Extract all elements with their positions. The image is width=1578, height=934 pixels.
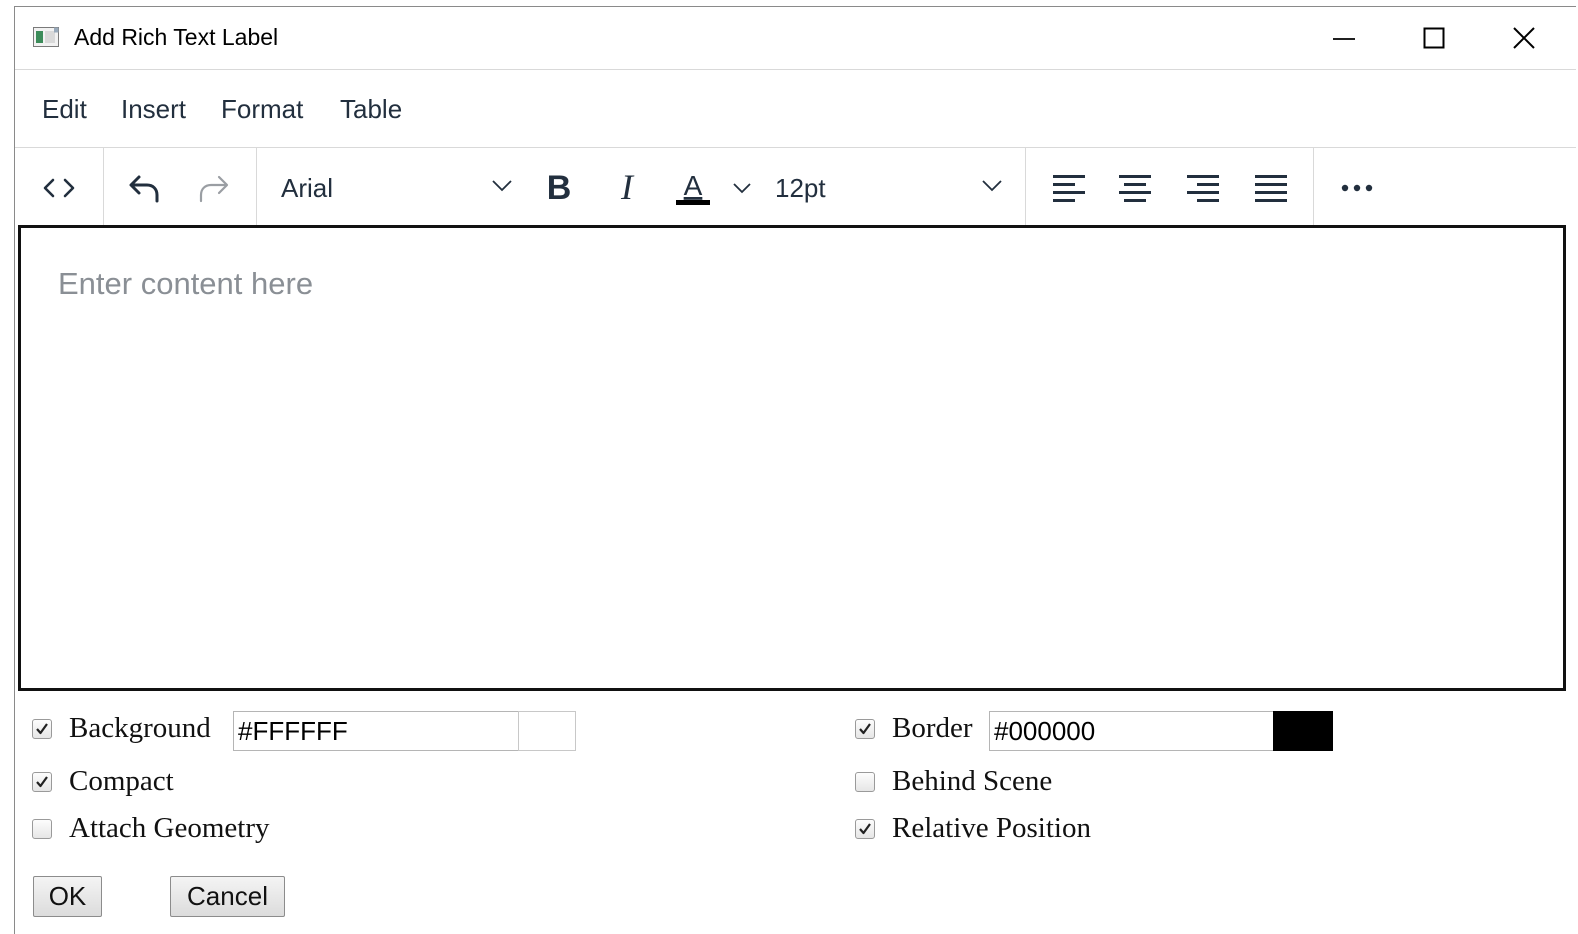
source-code-icon bbox=[43, 178, 75, 198]
attach-geometry-checkbox[interactable] bbox=[32, 818, 52, 839]
toolbar-separator bbox=[256, 148, 257, 228]
behind-scene-label: Behind Scene bbox=[892, 765, 1053, 797]
svg-text:I: I bbox=[620, 171, 635, 205]
font-size-select[interactable]: 12pt bbox=[775, 162, 1003, 214]
menu-table[interactable]: Table bbox=[340, 94, 402, 125]
toolbar: Arial B I A 12pt bbox=[15, 148, 1576, 228]
toolbar-separator bbox=[103, 148, 104, 228]
relative-position-option: Relative Position bbox=[855, 812, 1091, 845]
checkmark-icon bbox=[859, 822, 871, 834]
chevron-down-icon bbox=[733, 183, 751, 194]
menu-edit[interactable]: Edit bbox=[42, 94, 87, 125]
svg-text:B: B bbox=[547, 171, 572, 205]
background-color-input[interactable]: #FFFFFF bbox=[233, 711, 519, 751]
undo-button[interactable] bbox=[121, 162, 167, 214]
source-code-button[interactable] bbox=[37, 162, 81, 214]
maximize-icon bbox=[1423, 27, 1445, 49]
menu-bar: Edit Insert Format Table bbox=[15, 69, 1576, 148]
compact-option: Compact bbox=[32, 765, 174, 798]
dialog-window: Add Rich Text Label Edit Insert Format T… bbox=[14, 6, 1576, 934]
italic-button[interactable]: I bbox=[605, 162, 649, 214]
minimize-icon bbox=[1333, 38, 1355, 40]
align-right-button[interactable] bbox=[1183, 162, 1223, 214]
align-justify-button[interactable] bbox=[1251, 162, 1291, 214]
align-right-icon bbox=[1187, 175, 1219, 202]
undo-icon bbox=[129, 175, 159, 203]
font-family-select[interactable]: Arial bbox=[281, 162, 513, 214]
ok-button[interactable]: OK bbox=[33, 876, 102, 917]
menu-insert[interactable]: Insert bbox=[121, 94, 186, 125]
background-checkbox[interactable] bbox=[32, 718, 52, 739]
relative-position-checkbox[interactable] bbox=[855, 818, 875, 839]
checkmark-icon bbox=[36, 775, 48, 787]
behind-scene-option: Behind Scene bbox=[855, 765, 1052, 798]
window-title: Add Rich Text Label bbox=[74, 24, 279, 50]
text-color-icon: A bbox=[676, 170, 710, 205]
chevron-down-icon bbox=[491, 179, 513, 198]
font-family-value: Arial bbox=[281, 172, 334, 203]
align-center-icon bbox=[1119, 175, 1151, 202]
title-bar[interactable]: Add Rich Text Label bbox=[15, 7, 1576, 69]
cancel-button[interactable]: Cancel bbox=[170, 876, 285, 917]
redo-button[interactable] bbox=[191, 162, 237, 214]
italic-icon: I bbox=[620, 171, 635, 205]
attach-geometry-label: Attach Geometry bbox=[69, 812, 270, 844]
behind-scene-checkbox[interactable] bbox=[855, 771, 875, 792]
more-icon bbox=[1341, 184, 1373, 192]
menu-format[interactable]: Format bbox=[221, 94, 303, 125]
border-option: Border bbox=[855, 712, 973, 745]
border-color-input[interactable]: #000000 bbox=[989, 711, 1275, 751]
editor-placeholder: Enter content here bbox=[58, 266, 314, 301]
font-size-value: 12pt bbox=[775, 172, 826, 203]
checkmark-icon bbox=[36, 722, 48, 734]
align-center-button[interactable] bbox=[1115, 162, 1155, 214]
compact-checkbox[interactable] bbox=[32, 771, 52, 792]
maximize-button[interactable] bbox=[1411, 15, 1457, 61]
more-button[interactable] bbox=[1337, 162, 1377, 214]
align-left-button[interactable] bbox=[1049, 162, 1089, 214]
align-justify-icon bbox=[1255, 175, 1287, 202]
compact-label: Compact bbox=[69, 765, 174, 797]
background-option: Background bbox=[32, 712, 211, 745]
bold-button[interactable]: B bbox=[537, 162, 581, 214]
border-label: Border bbox=[892, 712, 973, 744]
close-button[interactable] bbox=[1501, 15, 1547, 61]
redo-icon bbox=[199, 175, 229, 203]
border-color-swatch[interactable] bbox=[1273, 711, 1333, 751]
bold-icon: B bbox=[547, 171, 572, 205]
text-color-button[interactable]: A bbox=[671, 162, 715, 214]
attach-geometry-option: Attach Geometry bbox=[32, 812, 270, 845]
align-left-icon bbox=[1053, 175, 1085, 202]
background-color-swatch[interactable] bbox=[518, 711, 576, 751]
checkmark-icon bbox=[859, 722, 871, 734]
minimize-button[interactable] bbox=[1321, 15, 1367, 61]
chevron-down-icon bbox=[981, 179, 1003, 198]
border-checkbox[interactable] bbox=[855, 718, 875, 739]
close-icon bbox=[1513, 27, 1535, 49]
content-editor[interactable]: Enter content here bbox=[18, 225, 1566, 691]
text-color-dropdown[interactable] bbox=[731, 162, 753, 214]
toolbar-separator bbox=[1025, 148, 1026, 228]
relative-position-label: Relative Position bbox=[892, 812, 1091, 844]
app-icon bbox=[33, 27, 59, 47]
svg-text:A: A bbox=[684, 170, 703, 201]
background-label: Background bbox=[69, 712, 211, 744]
toolbar-separator bbox=[1313, 148, 1314, 228]
